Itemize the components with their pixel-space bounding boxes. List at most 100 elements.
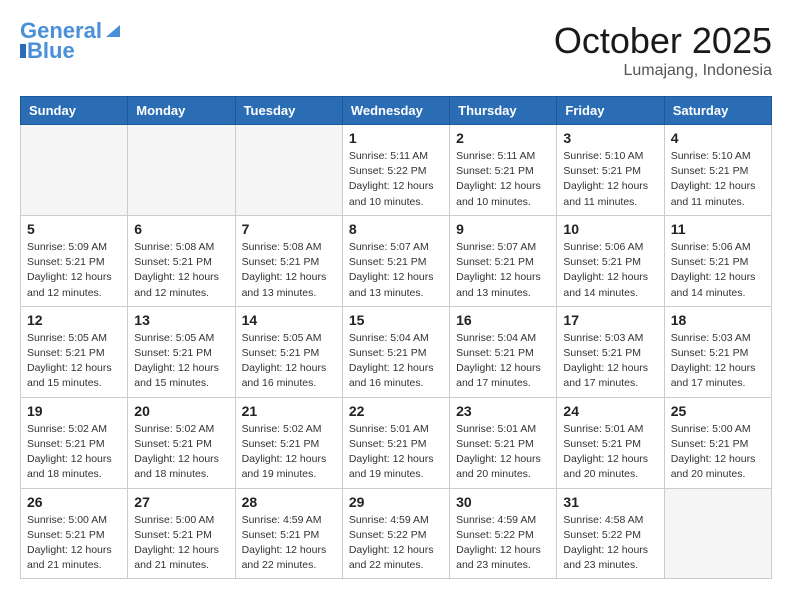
calendar-cell: 16 Sunrise: 5:04 AM Sunset: 5:21 PM Dayli… <box>450 306 557 397</box>
header-tuesday: Tuesday <box>235 97 342 125</box>
day-info: Sunrise: 5:00 AM Sunset: 5:21 PM Dayligh… <box>27 513 121 574</box>
calendar-cell: 22Sunrise: 5:01 AM Sunset: 5:21 PM Dayli… <box>342 397 449 488</box>
logo-wing-icon <box>104 21 122 39</box>
day-info: Sunrise: 5:01 AM Sunset: 5:21 PM Dayligh… <box>456 422 550 483</box>
day-number: 16 <box>456 312 550 328</box>
header-thursday: Thursday <box>450 97 557 125</box>
day-info: Sunrise: 5:11 AM Sunset: 5:22 PM Dayligh… <box>349 149 443 210</box>
day-number: 8 <box>349 221 443 237</box>
calendar-cell: 15Sunrise: 5:04 AM Sunset: 5:21 PM Dayli… <box>342 306 449 397</box>
day-info: Sunrise: 5:00 AM Sunset: 5:21 PM Dayligh… <box>134 513 228 574</box>
day-number: 21 <box>242 403 336 419</box>
day-info: Sunrise: 5:00 AM Sunset: 5:21 PM Dayligh… <box>671 422 765 483</box>
calendar-cell: 4 Sunrise: 5:10 AM Sunset: 5:21 PM Daylig… <box>664 125 771 216</box>
calendar-cell: 12Sunrise: 5:05 AM Sunset: 5:21 PM Dayli… <box>21 306 128 397</box>
calendar-cell <box>235 125 342 216</box>
calendar-cell: 17Sunrise: 5:03 AM Sunset: 5:21 PM Dayli… <box>557 306 664 397</box>
day-number: 24 <box>563 403 657 419</box>
day-number: 25 <box>671 403 765 419</box>
day-number: 23 <box>456 403 550 419</box>
day-info: Sunrise: 4:59 AM Sunset: 5:22 PM Dayligh… <box>349 513 443 574</box>
day-number: 13 <box>134 312 228 328</box>
day-info: Sunrise: 5:08 AM Sunset: 5:21 PM Dayligh… <box>134 240 228 301</box>
day-info: Sunrise: 5:02 AM Sunset: 5:21 PM Dayligh… <box>27 422 121 483</box>
day-number: 10 <box>563 221 657 237</box>
header-sunday: Sunday <box>21 97 128 125</box>
calendar-table: SundayMondayTuesdayWednesdayThursdayFrid… <box>20 96 772 579</box>
header-friday: Friday <box>557 97 664 125</box>
title-block: October 2025 Lumajang, Indonesia <box>554 20 772 80</box>
calendar-cell: 13 Sunrise: 5:05 AM Sunset: 5:21 PM Dayli… <box>128 306 235 397</box>
calendar-cell <box>21 125 128 216</box>
header-wednesday: Wednesday <box>342 97 449 125</box>
calendar-cell: 19 Sunrise: 5:02 AM Sunset: 5:21 PM Dayli… <box>21 397 128 488</box>
month-title: October 2025 <box>554 20 772 62</box>
calendar-week-row: 12Sunrise: 5:05 AM Sunset: 5:21 PM Dayli… <box>21 306 772 397</box>
calendar-cell: 29 Sunrise: 4:59 AM Sunset: 5:22 PM Dayli… <box>342 488 449 579</box>
logo-blue-text: Blue <box>27 40 75 62</box>
calendar-cell: 1 Sunrise: 5:11 AM Sunset: 5:22 PM Daylig… <box>342 125 449 216</box>
day-number: 1 <box>349 130 443 146</box>
day-info: Sunrise: 5:02 AM Sunset: 5:21 PM Dayligh… <box>242 422 336 483</box>
calendar-cell: 2 Sunrise: 5:11 AM Sunset: 5:21 PM Daylig… <box>450 125 557 216</box>
page-header: General Blue October 2025 Lumajang, Indo… <box>20 20 772 80</box>
day-info: Sunrise: 5:01 AM Sunset: 5:21 PM Dayligh… <box>563 422 657 483</box>
day-number: 17 <box>563 312 657 328</box>
day-number: 27 <box>134 494 228 510</box>
calendar-cell <box>664 488 771 579</box>
day-info: Sunrise: 4:59 AM Sunset: 5:22 PM Dayligh… <box>456 513 550 574</box>
day-number: 2 <box>456 130 550 146</box>
calendar-cell: 26 Sunrise: 5:00 AM Sunset: 5:21 PM Dayli… <box>21 488 128 579</box>
day-info: Sunrise: 5:05 AM Sunset: 5:21 PM Dayligh… <box>134 331 228 392</box>
calendar-cell: 3Sunrise: 5:10 AM Sunset: 5:21 PM Daylig… <box>557 125 664 216</box>
day-number: 30 <box>456 494 550 510</box>
day-number: 9 <box>456 221 550 237</box>
calendar-cell: 31Sunrise: 4:58 AM Sunset: 5:22 PM Dayli… <box>557 488 664 579</box>
header-monday: Monday <box>128 97 235 125</box>
day-number: 18 <box>671 312 765 328</box>
day-info: Sunrise: 5:06 AM Sunset: 5:21 PM Dayligh… <box>671 240 765 301</box>
calendar-cell: 28Sunrise: 4:59 AM Sunset: 5:21 PM Dayli… <box>235 488 342 579</box>
day-number: 7 <box>242 221 336 237</box>
day-number: 15 <box>349 312 443 328</box>
day-info: Sunrise: 5:10 AM Sunset: 5:21 PM Dayligh… <box>671 149 765 210</box>
calendar-cell: 20Sunrise: 5:02 AM Sunset: 5:21 PM Dayli… <box>128 397 235 488</box>
day-info: Sunrise: 5:09 AM Sunset: 5:21 PM Dayligh… <box>27 240 121 301</box>
day-number: 26 <box>27 494 121 510</box>
calendar-cell <box>128 125 235 216</box>
calendar-cell: 7 Sunrise: 5:08 AM Sunset: 5:21 PM Daylig… <box>235 215 342 306</box>
day-number: 5 <box>27 221 121 237</box>
day-info: Sunrise: 5:07 AM Sunset: 5:21 PM Dayligh… <box>349 240 443 301</box>
calendar-cell: 23 Sunrise: 5:01 AM Sunset: 5:21 PM Dayli… <box>450 397 557 488</box>
day-info: Sunrise: 5:11 AM Sunset: 5:21 PM Dayligh… <box>456 149 550 210</box>
day-number: 4 <box>671 130 765 146</box>
calendar-week-row: 26 Sunrise: 5:00 AM Sunset: 5:21 PM Dayli… <box>21 488 772 579</box>
logo: General Blue <box>20 20 122 62</box>
calendar-header-row: SundayMondayTuesdayWednesdayThursdayFrid… <box>21 97 772 125</box>
calendar-cell: 8 Sunrise: 5:07 AM Sunset: 5:21 PM Daylig… <box>342 215 449 306</box>
calendar-cell: 10Sunrise: 5:06 AM Sunset: 5:21 PM Dayli… <box>557 215 664 306</box>
calendar-cell: 27 Sunrise: 5:00 AM Sunset: 5:21 PM Dayli… <box>128 488 235 579</box>
day-info: Sunrise: 4:59 AM Sunset: 5:21 PM Dayligh… <box>242 513 336 574</box>
calendar-cell: 24 Sunrise: 5:01 AM Sunset: 5:21 PM Dayli… <box>557 397 664 488</box>
day-number: 19 <box>27 403 121 419</box>
day-number: 14 <box>242 312 336 328</box>
day-number: 29 <box>349 494 443 510</box>
header-saturday: Saturday <box>664 97 771 125</box>
day-number: 3 <box>563 130 657 146</box>
calendar-cell: 11Sunrise: 5:06 AM Sunset: 5:21 PM Dayli… <box>664 215 771 306</box>
calendar-cell: 21 Sunrise: 5:02 AM Sunset: 5:21 PM Dayli… <box>235 397 342 488</box>
day-info: Sunrise: 5:02 AM Sunset: 5:21 PM Dayligh… <box>134 422 228 483</box>
day-info: Sunrise: 5:08 AM Sunset: 5:21 PM Dayligh… <box>242 240 336 301</box>
calendar-week-row: 1 Sunrise: 5:11 AM Sunset: 5:22 PM Daylig… <box>21 125 772 216</box>
day-number: 6 <box>134 221 228 237</box>
calendar-week-row: 19 Sunrise: 5:02 AM Sunset: 5:21 PM Dayli… <box>21 397 772 488</box>
calendar-cell: 5 Sunrise: 5:09 AM Sunset: 5:21 PM Daylig… <box>21 215 128 306</box>
day-info: Sunrise: 5:04 AM Sunset: 5:21 PM Dayligh… <box>456 331 550 392</box>
day-info: Sunrise: 5:01 AM Sunset: 5:21 PM Dayligh… <box>349 422 443 483</box>
calendar-cell: 18Sunrise: 5:03 AM Sunset: 5:21 PM Dayli… <box>664 306 771 397</box>
calendar-cell: 14Sunrise: 5:05 AM Sunset: 5:21 PM Dayli… <box>235 306 342 397</box>
calendar-cell: 30 Sunrise: 4:59 AM Sunset: 5:22 PM Dayli… <box>450 488 557 579</box>
location-title: Lumajang, Indonesia <box>554 62 772 80</box>
day-info: Sunrise: 5:05 AM Sunset: 5:21 PM Dayligh… <box>27 331 121 392</box>
